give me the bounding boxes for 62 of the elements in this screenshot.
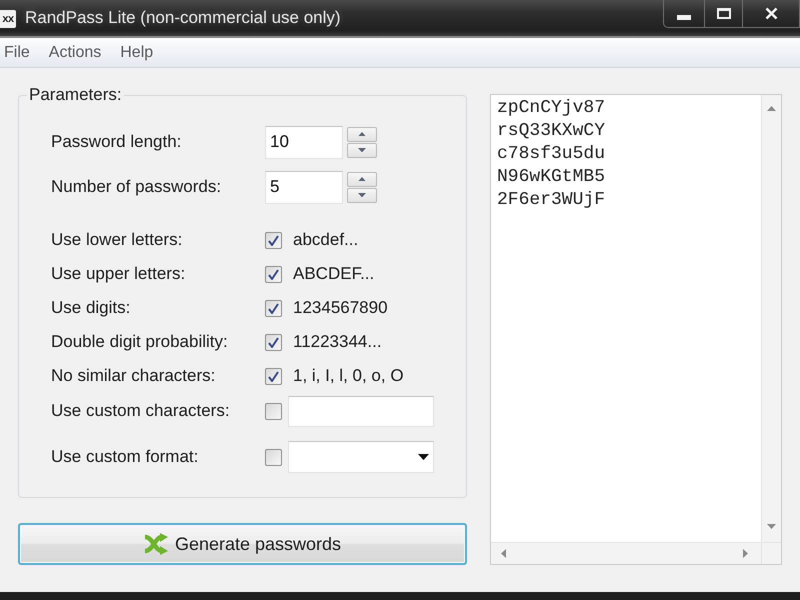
password-text: N96wKGtMB5 <box>497 166 606 189</box>
field-label: Use upper letters: <box>51 264 186 284</box>
maximize-icon <box>716 8 730 19</box>
option-example: 1, i, I, l, 0, o, O <box>293 366 404 386</box>
caret-up-icon <box>358 132 366 136</box>
field-label: Use custom format: <box>51 447 200 467</box>
checkbox[interactable] <box>265 300 282 316</box>
app-logo: xx <box>0 10 16 28</box>
scroll-down-icon[interactable] <box>767 524 776 529</box>
checkmark-icon <box>268 302 279 314</box>
checkbox[interactable] <box>265 448 282 466</box>
checkbox[interactable] <box>265 402 282 420</box>
password-text: c78sf3u5du <box>497 143 606 166</box>
field-label: Use digits: <box>51 298 132 318</box>
number-input[interactable]: 10 <box>265 126 343 158</box>
menu-item[interactable]: Actions <box>48 44 102 62</box>
checkbox[interactable] <box>265 334 282 350</box>
field-label: Number of passwords: <box>51 177 222 197</box>
field-label: Password length: <box>51 132 182 152</box>
field-label: Double digit probability: <box>51 332 229 352</box>
menu-item[interactable]: Help <box>120 44 154 62</box>
password-text: 2F6er3WUjF <box>497 189 606 212</box>
minimize-icon <box>677 15 691 20</box>
vertical-scrollbar[interactable] <box>761 95 781 542</box>
checkmark-icon <box>268 268 279 280</box>
scroll-up-icon[interactable] <box>767 106 776 111</box>
caret-up-icon <box>358 176 366 182</box>
field-label: Use custom characters: <box>51 401 231 421</box>
close-icon <box>764 7 778 20</box>
scrollbar-corner <box>761 542 781 564</box>
spin-up-button[interactable] <box>347 126 377 142</box>
scroll-left-icon[interactable] <box>501 549 506 558</box>
checkbox[interactable] <box>265 368 282 384</box>
spin-down-button[interactable] <box>347 142 377 158</box>
horizontal-scrollbar[interactable] <box>491 542 761 564</box>
field-label: No similar characters: <box>51 366 216 386</box>
caret-down-icon <box>358 148 366 152</box>
output-text-area[interactable]: zpCnCYjv87 rsQ33KXwCY c78sf3u5du N96wKGtMB5 2F6er3WUjF <box>490 94 782 565</box>
option-example: ABCDEF... <box>293 264 374 284</box>
checkbox[interactable] <box>265 232 282 248</box>
generate-button[interactable]: Generate passwords <box>18 523 467 565</box>
window-title: RandPass Lite (non-commercial use only) <box>25 7 341 29</box>
checkmark-icon <box>268 336 279 348</box>
password-text: zpCnCYjv87 <box>497 97 606 120</box>
scroll-right-icon[interactable] <box>743 549 748 558</box>
checkmark-icon <box>268 370 279 382</box>
checkmark-icon <box>268 234 279 246</box>
group-title: Parameters: <box>28 85 123 105</box>
spin-down-button[interactable] <box>347 188 377 202</box>
option-example: 11223344... <box>293 332 382 352</box>
caret-down-icon <box>418 454 429 460</box>
checkbox[interactable] <box>265 266 282 282</box>
crossed-arrows-icon <box>144 533 168 555</box>
number-input[interactable]: 5 <box>265 170 343 204</box>
menu-item[interactable]: File <box>4 44 30 62</box>
field-label: Use lower letters: <box>51 230 184 250</box>
text-input[interactable] <box>288 396 434 426</box>
password-text: rsQ33KXwCY <box>497 120 606 143</box>
option-example: 1234567890 <box>293 298 388 318</box>
spin-up-button[interactable] <box>347 172 377 186</box>
option-example: abcdef... <box>293 230 358 250</box>
caret-down-icon <box>358 192 366 198</box>
